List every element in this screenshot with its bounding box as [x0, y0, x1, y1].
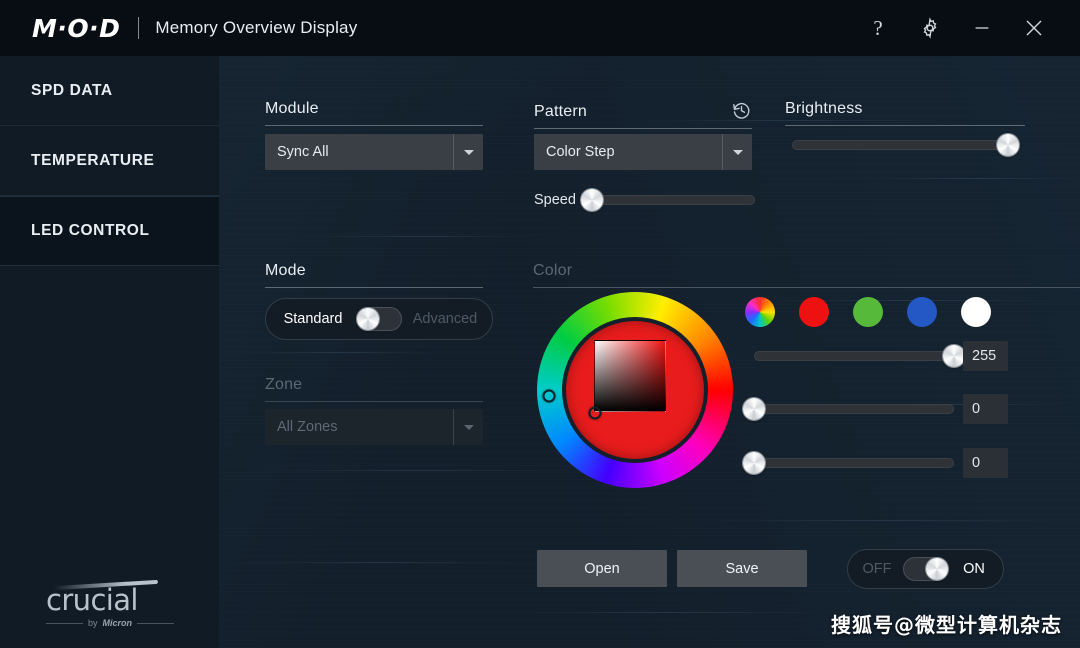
chevron-down-icon [453, 409, 483, 445]
zone-dropdown: All Zones [265, 409, 483, 445]
crucial-byline: by Micron [46, 618, 174, 628]
red-value-input[interactable]: 255 [963, 341, 1008, 371]
blue-channel-slider[interactable] [754, 452, 954, 474]
white-swatch[interactable] [961, 297, 991, 327]
sidebar: SPD DATA TEMPERATURE LED CONTROL crucial… [0, 56, 219, 648]
power-toggle-switch[interactable] [903, 557, 949, 581]
micron-label: Micron [103, 618, 133, 628]
power-toggle[interactable]: OFF ON [847, 549, 1004, 589]
open-button-label: Open [584, 561, 619, 577]
sidebar-item-label: TEMPERATURE [31, 152, 154, 170]
green-slider-track [754, 404, 954, 414]
speed-slider-track [592, 195, 755, 205]
power-off-label[interactable]: OFF [860, 561, 894, 577]
sidebar-item-led-control[interactable]: LED CONTROL [0, 196, 219, 266]
green-slider-knob[interactable] [743, 398, 765, 420]
app-window: M·O·D Memory Overview Display ? [0, 0, 1080, 648]
pattern-title: Pattern [534, 103, 587, 121]
speed-slider[interactable] [592, 189, 755, 211]
color-wheel[interactable] [537, 292, 733, 488]
brightness-slider-track [792, 140, 1008, 150]
open-button[interactable]: Open [537, 550, 667, 587]
chevron-down-icon [453, 134, 483, 170]
blue-value-text: 0 [972, 455, 980, 471]
sidebar-item-label: SPD DATA [31, 82, 113, 100]
save-button-label: Save [725, 561, 758, 577]
blue-slider-knob[interactable] [743, 452, 765, 474]
brightness-section-header: Brightness [785, 100, 1025, 126]
minimize-icon[interactable] [958, 8, 1006, 48]
mode-advanced-label[interactable]: Advanced [408, 311, 482, 327]
red-channel-slider[interactable] [754, 345, 954, 367]
saturation-value-marker[interactable] [589, 407, 602, 420]
red-swatch[interactable] [799, 297, 829, 327]
mode-toggle-knob[interactable] [357, 308, 379, 330]
main-content: Module Sync All Pattern Color Step Speed [219, 56, 1080, 648]
power-toggle-knob[interactable] [926, 558, 948, 580]
crucial-by-label: by [88, 618, 98, 628]
blue-slider-track [754, 458, 954, 468]
title-bar: M·O·D Memory Overview Display ? [0, 0, 1080, 56]
module-dropdown[interactable]: Sync All [265, 134, 483, 170]
pattern-section-header: Pattern [534, 100, 752, 129]
green-channel-slider[interactable] [754, 398, 954, 420]
brand-divider [138, 17, 139, 39]
history-restore-icon[interactable] [731, 100, 752, 121]
brightness-slider-knob[interactable] [997, 134, 1019, 156]
saturation-value-square[interactable] [594, 340, 666, 412]
window-controls: ? [854, 8, 1080, 48]
crucial-wordmark: crucial [46, 586, 174, 615]
mode-toggle[interactable]: Standard Advanced [265, 298, 493, 340]
mod-logo: M·O·D [32, 14, 120, 43]
save-button[interactable]: Save [677, 550, 807, 587]
green-value-text: 0 [972, 401, 980, 417]
help-icon[interactable]: ? [854, 8, 902, 48]
speed-slider-knob[interactable] [581, 189, 603, 211]
red-slider-knob[interactable] [943, 345, 965, 367]
mode-toggle-switch[interactable] [356, 307, 402, 331]
color-section-header: Color [533, 262, 1080, 288]
color-title: Color [533, 262, 572, 280]
zone-section-header: Zone [265, 376, 483, 402]
blue-swatch[interactable] [907, 297, 937, 327]
green-swatch[interactable] [853, 297, 883, 327]
zone-dropdown-value: All Zones [265, 419, 453, 435]
brightness-slider[interactable] [792, 134, 1008, 156]
module-title: Module [265, 100, 319, 118]
chevron-down-icon [722, 134, 752, 170]
sidebar-item-temperature[interactable]: TEMPERATURE [0, 126, 219, 196]
mode-title: Mode [265, 262, 306, 280]
rainbow-swatch[interactable] [745, 297, 775, 327]
speed-label: Speed [534, 192, 576, 208]
pattern-dropdown-value: Color Step [534, 144, 722, 160]
red-slider-track [754, 351, 954, 361]
app-subtitle: Memory Overview Display [155, 18, 357, 38]
gear-icon[interactable] [906, 8, 954, 48]
crucial-logo: crucial by Micron [46, 586, 174, 628]
sidebar-item-spd-data[interactable]: SPD DATA [0, 56, 219, 126]
zone-title: Zone [265, 376, 302, 394]
brand: M·O·D Memory Overview Display [0, 14, 357, 43]
pattern-dropdown[interactable]: Color Step [534, 134, 752, 170]
sidebar-item-label: LED CONTROL [31, 222, 150, 240]
mode-standard-label[interactable]: Standard [276, 311, 350, 327]
close-icon[interactable] [1010, 8, 1058, 48]
green-value-input[interactable]: 0 [963, 394, 1008, 424]
watermark: 搜狐号@微型计算机杂志 [831, 609, 1062, 638]
power-on-label[interactable]: ON [957, 561, 991, 577]
mode-section-header: Mode [265, 262, 483, 288]
module-section-header: Module [265, 100, 483, 126]
brightness-title: Brightness [785, 100, 863, 118]
blue-value-input[interactable]: 0 [963, 448, 1008, 478]
module-dropdown-value: Sync All [265, 144, 453, 160]
hue-ring-marker[interactable] [543, 390, 556, 403]
red-value-text: 255 [972, 348, 996, 364]
